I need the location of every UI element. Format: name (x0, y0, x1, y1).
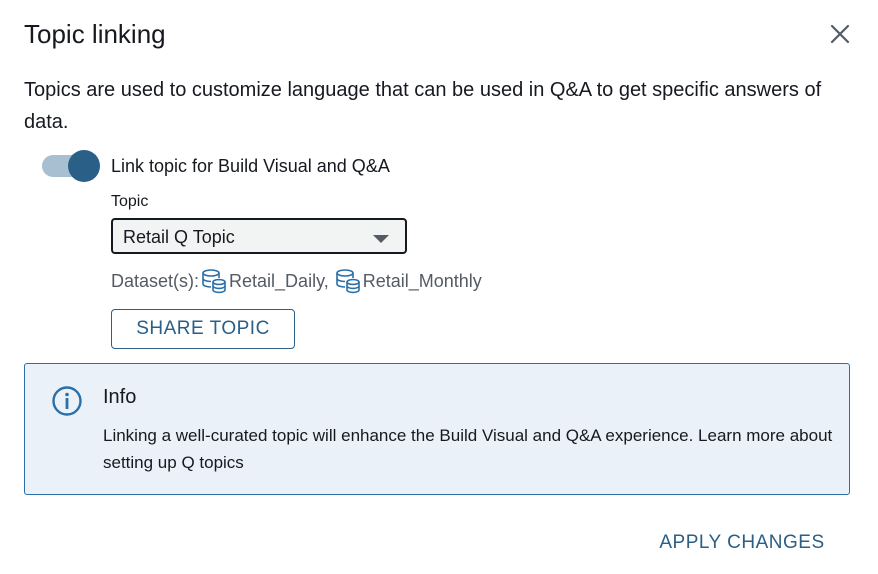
dataset-link[interactable]: Retail_Monthly (363, 271, 482, 292)
dialog-title: Topic linking (24, 19, 166, 49)
link-topic-toggle-label: Link topic for Build Visual and Q&A (111, 155, 390, 176)
dataset-link[interactable]: Retail_Daily, (229, 271, 329, 292)
apply-changes-button[interactable]: APPLY CHANGES (646, 526, 838, 560)
dialog-description: Topics are used to customize language th… (24, 79, 822, 133)
topic-select-value: Retail Q Topic (123, 227, 235, 247)
close-icon[interactable] (826, 20, 854, 48)
toggle-knob (68, 150, 100, 182)
info-icon (52, 386, 82, 416)
info-alert: Info Linking a well-curated topic will e… (24, 363, 850, 495)
share-topic-button[interactable]: SHARE TOPIC (111, 309, 295, 349)
info-title: Info (103, 386, 137, 408)
link-topic-toggle-row: Link topic for Build Visual and Q&A (42, 150, 390, 182)
datasets-prefix: Dataset(s): (111, 270, 200, 291)
caret-down-icon (373, 235, 389, 243)
info-body: Linking a well-curated topic will enhanc… (103, 426, 833, 472)
link-topic-toggle[interactable] (42, 150, 100, 182)
datasets-line: Dataset(s): Retail_Daily, Retail_Monthly (111, 268, 482, 294)
database-icon (202, 269, 226, 294)
topic-select[interactable]: Retail Q Topic (111, 218, 407, 254)
topic-field-label: Topic (111, 193, 149, 210)
database-icon (335, 269, 360, 294)
